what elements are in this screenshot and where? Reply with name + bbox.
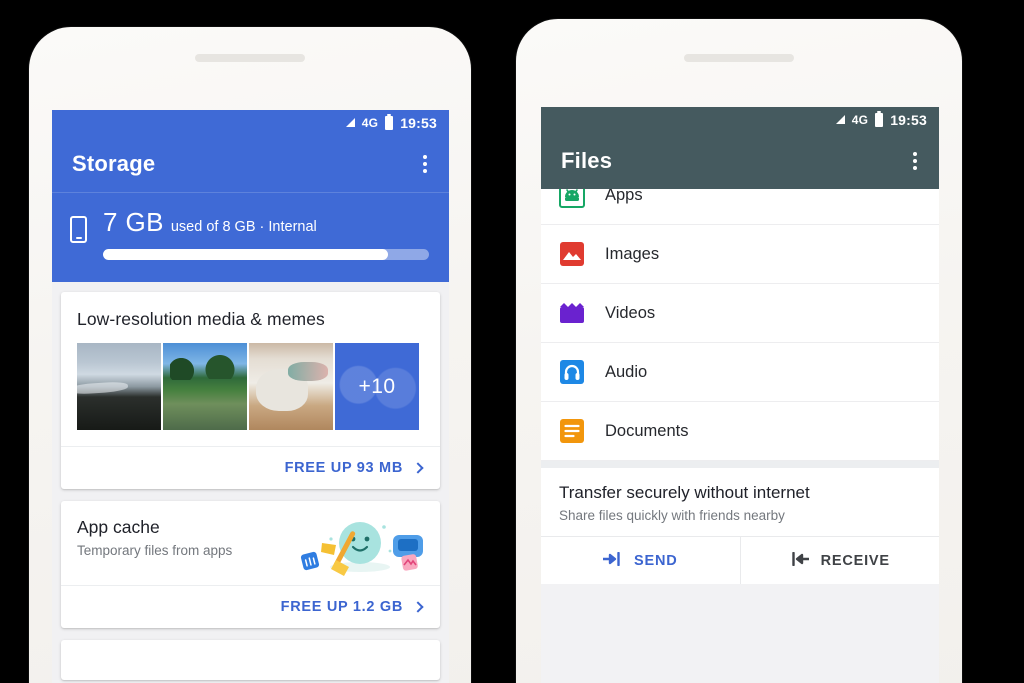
image-box-icon (559, 241, 585, 267)
transfer-title: Transfer securely without internet (559, 483, 810, 502)
file-row-videos[interactable]: Videos (541, 284, 939, 343)
receive-button[interactable]: RECEIVE (741, 537, 940, 584)
document-box-icon (559, 418, 585, 444)
transfer-text: Transfer securely without internet Share… (541, 468, 939, 536)
storage-used-value: 7 GB (103, 207, 164, 237)
status-bar-right: 4G 19:53 (541, 107, 939, 133)
send-arrow-icon (603, 551, 622, 570)
seascape-thumbnail[interactable] (77, 343, 161, 430)
file-row-label: Images (605, 244, 660, 263)
suggestion-card-list: Low-resolution media & memes +10 FREE UP… (52, 282, 449, 680)
status-bar-left: 4G 19:53 (52, 110, 449, 136)
card-next-partial[interactable] (61, 640, 440, 680)
earpiece-speaker (684, 54, 794, 62)
chevron-right-icon (412, 462, 424, 474)
transfer-buttons: SEND RECEIVE (541, 536, 939, 584)
storage-used-detail: used of 8 GB · Internal (170, 219, 317, 235)
card-app-cache: App cache Temporary files from apps FREE… (61, 501, 440, 628)
status-clock: 19:53 (890, 112, 927, 128)
file-row-images[interactable]: Images (541, 225, 939, 284)
more-items-badge[interactable]: +10 (335, 343, 419, 430)
page-title: Files (561, 148, 613, 173)
status-clock: 19:53 (400, 115, 437, 131)
network-label: 4G (851, 113, 869, 127)
files-header-overlay: 4G 19:53 Files (541, 107, 939, 189)
file-row-label: Documents (605, 421, 689, 440)
send-button[interactable]: SEND (541, 537, 741, 584)
headphones-box-icon (559, 359, 585, 385)
storage-app-screen: 4G 19:53 Storage 7 GB used of 8 GB · Int… (52, 110, 449, 683)
signal-triangle-icon (835, 115, 845, 124)
thumbnail-strip: +10 (61, 343, 440, 446)
transfer-section: Transfer securely without internet Share… (541, 461, 939, 584)
chevron-right-icon (412, 601, 424, 613)
more-items-count: +10 (358, 374, 396, 398)
storage-summary: 7 GB used of 8 GB · Internal (52, 192, 449, 282)
battery-icon (385, 114, 394, 130)
send-label: SEND (634, 552, 678, 569)
receive-label: RECEIVE (820, 552, 890, 569)
free-up-cache-label: FREE UP 1.2 GB (280, 599, 403, 615)
transfer-subtitle: Share files quickly with friends nearby (559, 508, 785, 523)
card-title: App cache (77, 517, 160, 537)
screenshot-stage: 4G 19:53 Storage 7 GB used of 8 GB · Int… (0, 0, 1024, 683)
cat-thumbnail[interactable] (249, 343, 333, 430)
files-app-screen: Received Apps (541, 107, 939, 683)
free-up-media-button[interactable]: FREE UP 93 MB (61, 446, 440, 489)
app-cache-header: App cache Temporary files from apps (61, 501, 440, 585)
earpiece-speaker (195, 54, 305, 62)
park-crowd-thumbnail[interactable] (163, 343, 247, 430)
card-title: Low-resolution media & memes (77, 309, 325, 329)
page-title: Storage (72, 151, 156, 176)
storage-app-bar: Storage (52, 136, 449, 192)
cleaning-blob-illustration (298, 517, 426, 577)
free-up-cache-button[interactable]: FREE UP 1.2 GB (61, 585, 440, 628)
network-label: 4G (361, 116, 379, 130)
clapperboard-icon (559, 300, 585, 326)
card-subtitle: Temporary files from apps (77, 543, 233, 558)
file-row-audio[interactable]: Audio (541, 343, 939, 402)
file-row-label: Videos (605, 303, 656, 322)
file-row-label: Audio (605, 362, 648, 381)
phone-icon (70, 216, 87, 243)
card-low-resolution-media: Low-resolution media & memes +10 FREE UP… (61, 292, 440, 489)
kebab-menu-icon[interactable] (419, 149, 431, 179)
storage-progress-bar (103, 249, 429, 260)
signal-triangle-icon (345, 118, 355, 127)
kebab-menu-icon[interactable] (909, 146, 921, 176)
files-app-bar: Files (541, 133, 939, 189)
battery-icon (875, 111, 884, 127)
free-up-media-label: FREE UP 93 MB (284, 460, 403, 476)
receive-arrow-icon (790, 551, 809, 570)
storage-progress-fill (103, 249, 389, 260)
file-row-documents[interactable]: Documents (541, 402, 939, 461)
